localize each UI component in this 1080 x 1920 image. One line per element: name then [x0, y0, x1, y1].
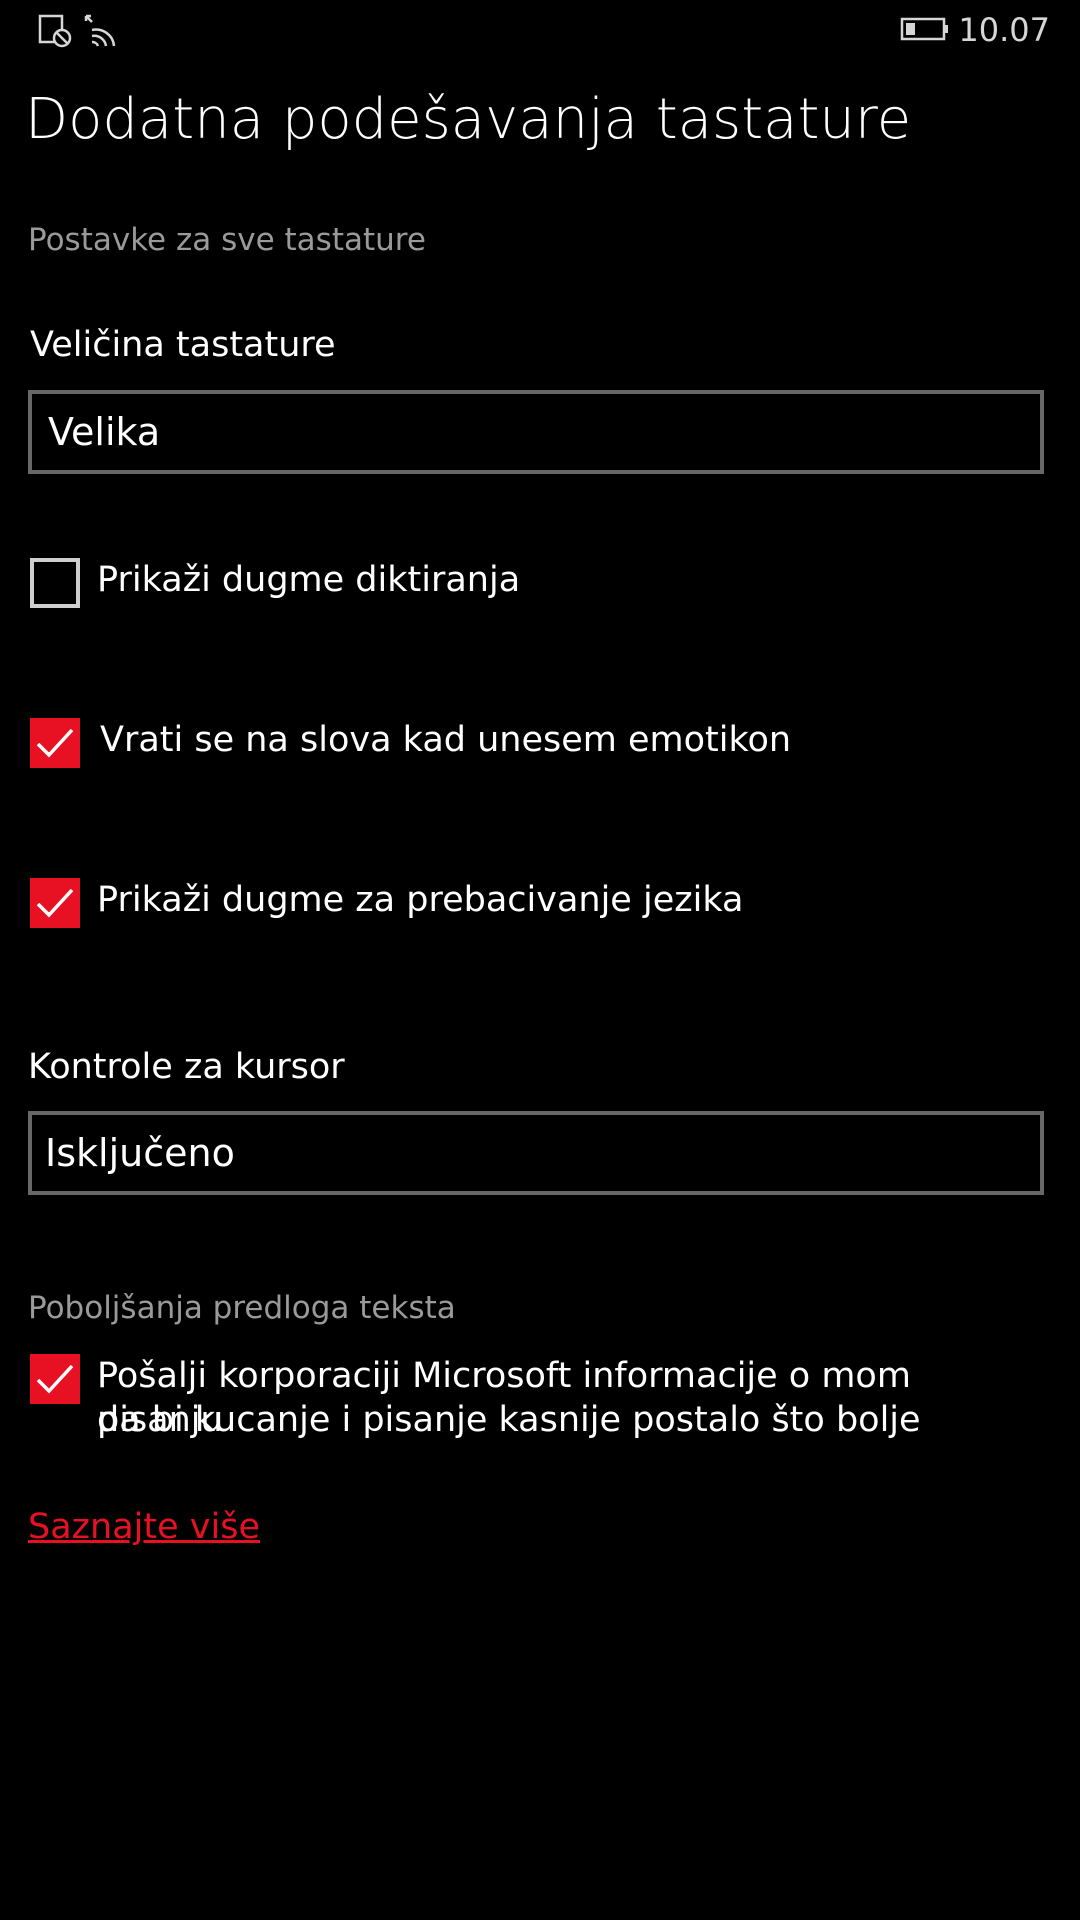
- dictation-label: Prikaži dugme diktiranja: [97, 560, 521, 600]
- dictation-button-option[interactable]: Prikaži dugme diktiranja: [28, 558, 1048, 610]
- checkmark-icon: [36, 888, 74, 918]
- section-header-all-keyboards: Postavke za sve tastature: [28, 222, 426, 258]
- status-bar: 10.07: [0, 0, 1080, 60]
- learn-more-link[interactable]: Saznajte više: [28, 1504, 260, 1550]
- section-header-text-suggestions: Poboljšanja predloga teksta: [28, 1290, 456, 1326]
- send-info-label-line2: da bi kucanje i pisanje kasnije postalo …: [97, 1400, 921, 1440]
- language-switch-label: Prikaži dugme za prebacivanje jezika: [97, 880, 744, 920]
- battery-icon: [900, 16, 950, 42]
- return-to-letters-checkbox[interactable]: [30, 718, 80, 768]
- checkmark-icon: [36, 728, 74, 758]
- keyboard-size-value: Velika: [48, 410, 161, 454]
- notification-icon: [36, 12, 76, 48]
- send-info-option[interactable]: Pošalji korporaciji Microsoft informacij…: [28, 1354, 1048, 1444]
- return-to-letters-label: Vrati se na slova kad unesem emotikon: [100, 720, 792, 760]
- send-info-checkbox[interactable]: [30, 1354, 80, 1404]
- clock: 10.07: [958, 11, 1050, 49]
- language-switch-option[interactable]: Prikaži dugme za prebacivanje jezika: [28, 878, 1048, 930]
- cursor-controls-select[interactable]: Isključeno: [28, 1111, 1044, 1195]
- dictation-checkbox[interactable]: [30, 558, 80, 608]
- keyboard-size-select[interactable]: Velika: [28, 390, 1044, 474]
- cursor-controls-value: Isključeno: [45, 1131, 235, 1175]
- wifi-icon: [82, 12, 122, 48]
- page-title: Dodatna podešavanja tastature: [25, 87, 912, 152]
- cursor-controls-label: Kontrole za kursor: [28, 1047, 345, 1087]
- checkmark-icon: [36, 1364, 74, 1394]
- return-to-letters-option[interactable]: Vrati se na slova kad unesem emotikon: [28, 718, 1048, 770]
- keyboard-size-label: Veličina tastature: [30, 325, 336, 365]
- language-switch-checkbox[interactable]: [30, 878, 80, 928]
